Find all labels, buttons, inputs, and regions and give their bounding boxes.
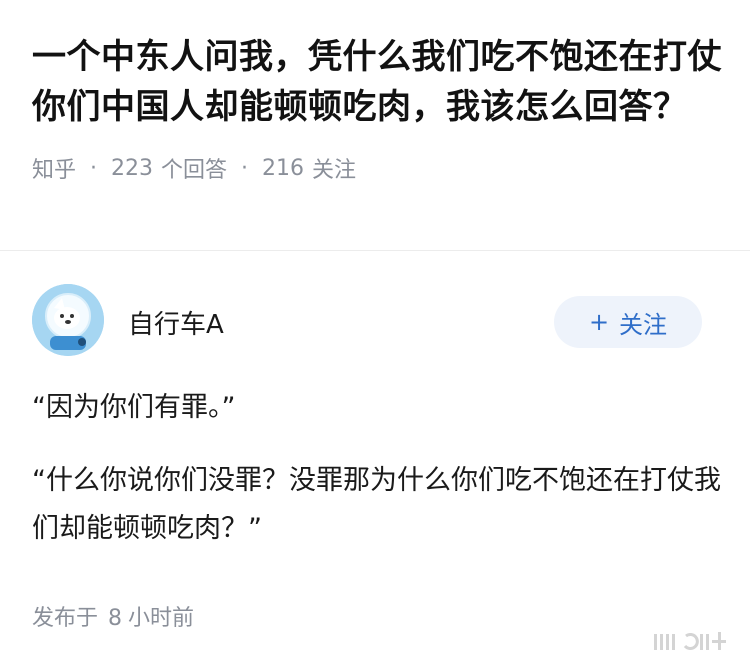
source-label[interactable]: 知乎 xyxy=(32,152,76,184)
answer-content[interactable]: “因为你们有罪。” “什么你说你们没罪？没罪那为什么你们吃不饱还在打仗我们却能顿… xyxy=(32,384,722,553)
posted-value: 8 xyxy=(108,606,123,631)
avatar[interactable] xyxy=(32,284,104,356)
answer-paragraph: “因为你们有罪。” xyxy=(32,392,236,423)
meta-separator: · xyxy=(90,155,98,181)
meta-separator: · xyxy=(241,155,249,181)
watermark-icon xyxy=(654,632,726,650)
followers-count: 216 xyxy=(262,155,305,181)
author-name[interactable]: 自行车A xyxy=(128,304,224,341)
question-meta: 知乎 · 223 个回答 · 216 关注 xyxy=(32,152,722,184)
author-row: 自行车A + 关注 xyxy=(32,284,702,356)
dog-astronaut-avatar-icon xyxy=(32,284,104,356)
post-time: 发布于 8 小时前 xyxy=(32,600,194,632)
follow-label: 关注 xyxy=(619,310,668,339)
answer-paragraph: “什么你说你们没罪？没罪那为什么你们吃不饱还在打仗我们却能顿顿吃肉？” xyxy=(32,465,721,544)
plus-icon: + xyxy=(588,308,610,336)
posted-unit: 小时前 xyxy=(128,606,195,631)
question-header: 一个中东人问我，凭什么我们吃不饱还在打仗你们中国人却能顿顿吃肉，我该怎么回答？ … xyxy=(32,32,722,184)
answers-label[interactable]: 个回答 xyxy=(161,152,227,184)
answers-count[interactable]: 223 xyxy=(111,156,153,181)
watermark-logo xyxy=(654,626,732,654)
followers-label: 关注 xyxy=(312,158,357,183)
section-divider xyxy=(0,250,750,251)
question-title[interactable]: 一个中东人问我，凭什么我们吃不饱还在打仗你们中国人却能顿顿吃肉，我该怎么回答？ xyxy=(32,32,722,132)
follow-button[interactable]: + 关注 xyxy=(554,296,702,348)
posted-label: 发布于 xyxy=(32,606,99,631)
